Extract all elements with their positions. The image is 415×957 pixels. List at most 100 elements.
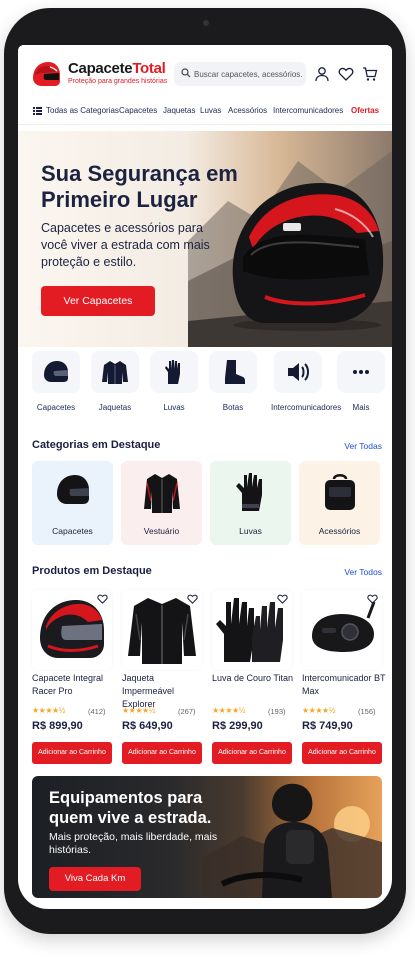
- product-name[interactable]: Capacete Integral Racer Pro: [32, 672, 116, 698]
- phone-frame: CapaceteTotal Proteção para grandes hist…: [4, 8, 406, 934]
- category-label: Capacetes: [52, 526, 93, 536]
- product-image[interactable]: [302, 590, 382, 670]
- product-price: R$ 649,90: [122, 720, 173, 732]
- boot-icon: [225, 360, 245, 384]
- intercom-icon: [288, 363, 309, 381]
- product-image[interactable]: [32, 590, 112, 670]
- quick-category-label: Botas: [222, 403, 244, 412]
- category-label: Luvas: [239, 526, 262, 536]
- search-input[interactable]: [194, 62, 302, 86]
- quick-category-jackets[interactable]: Jaquetas: [88, 351, 142, 412]
- brand-name[interactable]: CapaceteTotal: [68, 60, 166, 77]
- nav-item-gloves[interactable]: Luvas: [200, 106, 221, 115]
- wishlist-heart-icon[interactable]: [187, 594, 198, 604]
- product-rating-stars: ★★★★½: [122, 706, 155, 715]
- quick-category-label: Mais: [352, 403, 370, 412]
- product-review-count: (267): [178, 707, 196, 716]
- product-card[interactable]: Capacete Integral Racer Pro ★★★★½ (412) …: [30, 590, 114, 770]
- quick-category-boots[interactable]: Botas: [206, 351, 260, 412]
- product-price: R$ 299,90: [212, 720, 263, 732]
- nav-item-helmets[interactable]: Capacetes: [119, 106, 157, 115]
- product-image[interactable]: [212, 590, 292, 670]
- logo-helmet-icon[interactable]: [30, 59, 62, 91]
- product-rating-stars: ★★★★½: [302, 706, 335, 715]
- product-image[interactable]: [122, 590, 202, 670]
- product-card[interactable]: Luva de Couro Titan ★★★★½ (193) R$ 299,9…: [210, 590, 294, 770]
- add-to-cart-button[interactable]: Adicionar ao Carrinho: [32, 742, 112, 764]
- nav-item-jackets[interactable]: Jaquetas: [163, 106, 195, 115]
- add-to-cart-button[interactable]: Adicionar ao Carrinho: [212, 742, 292, 764]
- search-icon: [181, 68, 191, 78]
- category-card-gloves[interactable]: Luvas: [210, 461, 291, 545]
- category-card-apparel[interactable]: Vestuário: [121, 461, 202, 545]
- nav-item-intercoms[interactable]: Intercomunicadores: [273, 106, 343, 115]
- product-review-count: (156): [358, 707, 376, 716]
- category-card-accessories[interactable]: Acessórios: [299, 461, 380, 545]
- quick-category-more[interactable]: Mais: [334, 351, 388, 412]
- featured-categories-title: Categorias em Destaque: [32, 439, 161, 451]
- add-to-cart-button[interactable]: Adicionar ao Carrinho: [122, 742, 202, 764]
- user-icon[interactable]: [314, 66, 330, 82]
- quick-category-tile: [274, 351, 322, 393]
- cart-icon[interactable]: [362, 66, 378, 82]
- wishlist-heart-icon[interactable]: [277, 594, 288, 604]
- view-all-categories-link[interactable]: Ver Todas: [344, 441, 382, 451]
- category-helmet-image: [57, 475, 89, 504]
- add-to-cart-button[interactable]: Adicionar ao Carrinho: [302, 742, 382, 764]
- product-name[interactable]: Intercomunicador BT Max: [302, 672, 386, 698]
- front-camera: [203, 20, 209, 26]
- quick-category-tile: [150, 351, 198, 393]
- quick-category-label: Intercomunicadores: [271, 403, 342, 412]
- category-bag-image: [325, 474, 355, 510]
- quick-category-tile: [209, 351, 257, 393]
- product-card[interactable]: Intercomunicador BT Max ★★★★½ (156) R$ 7…: [300, 590, 386, 770]
- nav-item-offers[interactable]: Ofertas: [351, 106, 379, 115]
- quick-category-tile: [32, 351, 80, 393]
- view-all-products-link[interactable]: Ver Todos: [344, 567, 382, 577]
- heart-icon[interactable]: [338, 66, 354, 82]
- quick-category-tile: [91, 351, 139, 393]
- nav-item-accessories[interactable]: Acessórios: [228, 106, 267, 115]
- category-nav: Todas as Categorias Capacetes Jaquetas L…: [18, 101, 392, 125]
- category-label: Vestuário: [143, 526, 180, 536]
- hero-title: Sua Segurança em Primeiro Lugar: [41, 161, 238, 212]
- quick-category-label: Capacetes: [36, 403, 76, 412]
- product-rating-stars: ★★★★½: [212, 706, 245, 715]
- featured-products-title: Produtos em Destaque: [32, 565, 152, 577]
- category-card-helmets[interactable]: Capacetes: [32, 461, 113, 545]
- product-card[interactable]: Jaqueta Impermeável Explorer ★★★★½ (267)…: [120, 590, 204, 770]
- menu-icon[interactable]: [33, 107, 42, 115]
- jacket-icon: [102, 361, 128, 384]
- product-price: R$ 749,90: [302, 720, 353, 732]
- quick-category-helmets[interactable]: Capacetes: [29, 351, 83, 412]
- hero-banner: Sua Segurança em Primeiro Lugar Capacete…: [18, 131, 392, 347]
- product-price: R$ 899,90: [32, 720, 83, 732]
- view-helmets-button[interactable]: Ver Capacetes: [41, 286, 155, 316]
- brand-name-part1: Capacete: [68, 60, 133, 77]
- header: CapaceteTotal Proteção para grandes hist…: [18, 45, 392, 133]
- more-icon: [353, 370, 369, 374]
- promo-title: Equipamentos para quem vive a estrada.: [49, 789, 212, 827]
- product-review-count: (193): [268, 707, 286, 716]
- category-label: Acessórios: [318, 526, 361, 536]
- promo-subtitle: Mais proteção, mais liberdade, mais hist…: [49, 831, 218, 856]
- product-rating-stars: ★★★★½: [32, 706, 65, 715]
- promo-cta-button[interactable]: Viva Cada Km: [49, 867, 141, 891]
- helmet-icon: [44, 361, 68, 382]
- search-box[interactable]: [174, 62, 306, 86]
- brand-tagline: Proteção para grandes histórias: [68, 78, 168, 85]
- product-review-count: (412): [88, 707, 106, 716]
- quick-category-intercoms[interactable]: Intercomunicadores: [271, 351, 342, 412]
- hero-subtitle: Capacetes e acessórios para você viver a…: [41, 221, 210, 269]
- nav-item-all-categories[interactable]: Todas as Categorias: [46, 106, 119, 115]
- wishlist-heart-icon[interactable]: [97, 594, 108, 604]
- category-jacket-image: [144, 474, 180, 513]
- wishlist-heart-icon[interactable]: [367, 594, 378, 604]
- category-glove-image: [236, 473, 262, 511]
- quick-category-gloves[interactable]: Luvas: [147, 351, 201, 412]
- quick-category-label: Luvas: [163, 403, 185, 412]
- glove-icon: [165, 360, 180, 384]
- quick-category-label: Jaquetas: [98, 403, 132, 412]
- app-screen: CapaceteTotal Proteção para grandes hist…: [18, 45, 392, 909]
- product-name[interactable]: Luva de Couro Titan: [212, 672, 296, 685]
